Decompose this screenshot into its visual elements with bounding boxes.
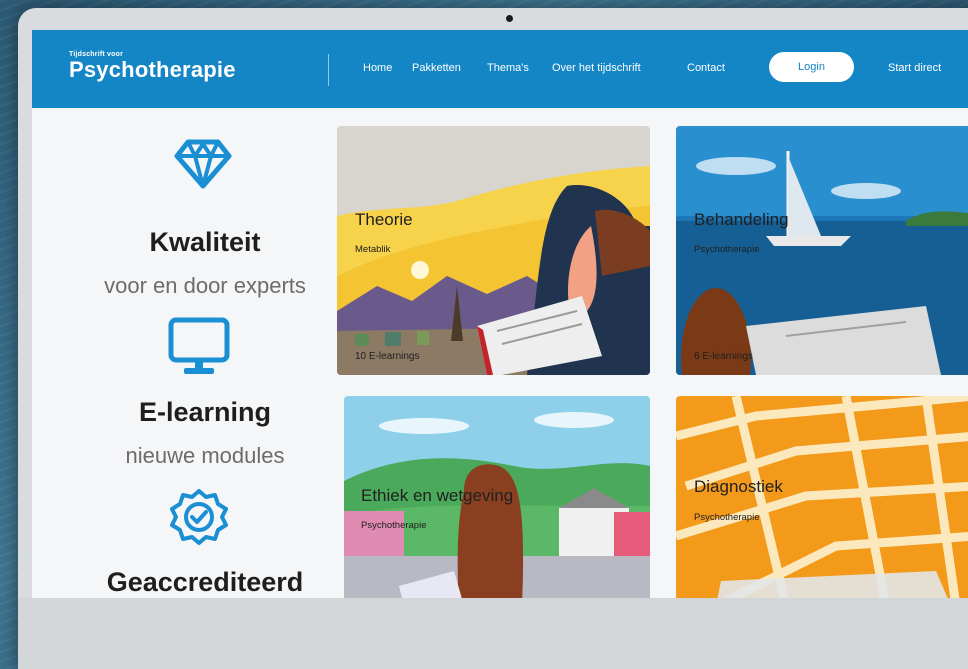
diamond-icon (174, 138, 232, 195)
nav-over-het-tijdschrift[interactable]: Over het tijdschrift (552, 62, 641, 74)
card-theorie-title: Theorie (355, 210, 413, 229)
screen: Tijdschrift voor Psychotherapie Home Pak… (32, 30, 968, 598)
card-diagnostiek-illustration (676, 396, 968, 598)
card-diagnostiek-subtitle: Psychotherapie (694, 512, 760, 523)
navbar: Tijdschrift voor Psychotherapie Home Pak… (32, 30, 968, 108)
card-diagnostiek[interactable]: Diagnostiek Psychotherapie (676, 396, 968, 598)
card-behandeling[interactable]: Behandeling Psychotherapie 6 E-learnings (676, 126, 968, 375)
feature-subtitle-kwaliteit: voor en door experts (104, 273, 306, 298)
accredited-badge-icon (170, 488, 228, 551)
logo[interactable]: Tijdschrift voor Psychotherapie (69, 51, 236, 83)
card-ethiek-title: Ethiek en wetgeving (361, 486, 514, 505)
feature-title-elearning: E-learning (138, 397, 272, 427)
card-diagnostiek-title: Diagnostiek (694, 477, 783, 496)
feature-title-geaccrediteerd: Geaccrediteerd (106, 567, 304, 597)
nav-home[interactable]: Home (363, 62, 392, 74)
logo-big-text: Psychotherapie (69, 57, 236, 82)
nav-pakketten[interactable]: Pakketten (412, 62, 461, 74)
card-behandeling-title: Behandeling (694, 210, 789, 229)
camera (506, 15, 513, 22)
feature-title-kwaliteit: Kwaliteit (149, 227, 261, 257)
monitor-icon (166, 316, 232, 383)
card-theorie-count: 10 E-learnings (355, 351, 420, 362)
card-ethiek-en-wetgeving[interactable]: Ethiek en wetgeving Psychotherapie (344, 396, 650, 598)
card-ethiek-subtitle: Psychotherapie (361, 520, 427, 531)
card-behandeling-count: 6 E-learnings (694, 351, 753, 362)
login-button[interactable]: Login (769, 52, 854, 82)
start-direct-link[interactable]: Start direct (888, 62, 941, 74)
laptop-chin (18, 598, 968, 669)
card-theorie-subtitle: Metablik (355, 244, 391, 255)
nav-divider (328, 54, 329, 86)
card-behandeling-subtitle: Psychotherapie (694, 244, 760, 255)
feature-subtitle-elearning: nieuwe modules (125, 443, 285, 468)
nav-contact[interactable]: Contact (687, 62, 725, 74)
card-theorie[interactable]: Theorie Metablik 10 E-learnings (337, 126, 650, 375)
laptop-frame: Tijdschrift voor Psychotherapie Home Pak… (18, 8, 968, 669)
nav-themas[interactable]: Thema's (487, 62, 529, 74)
